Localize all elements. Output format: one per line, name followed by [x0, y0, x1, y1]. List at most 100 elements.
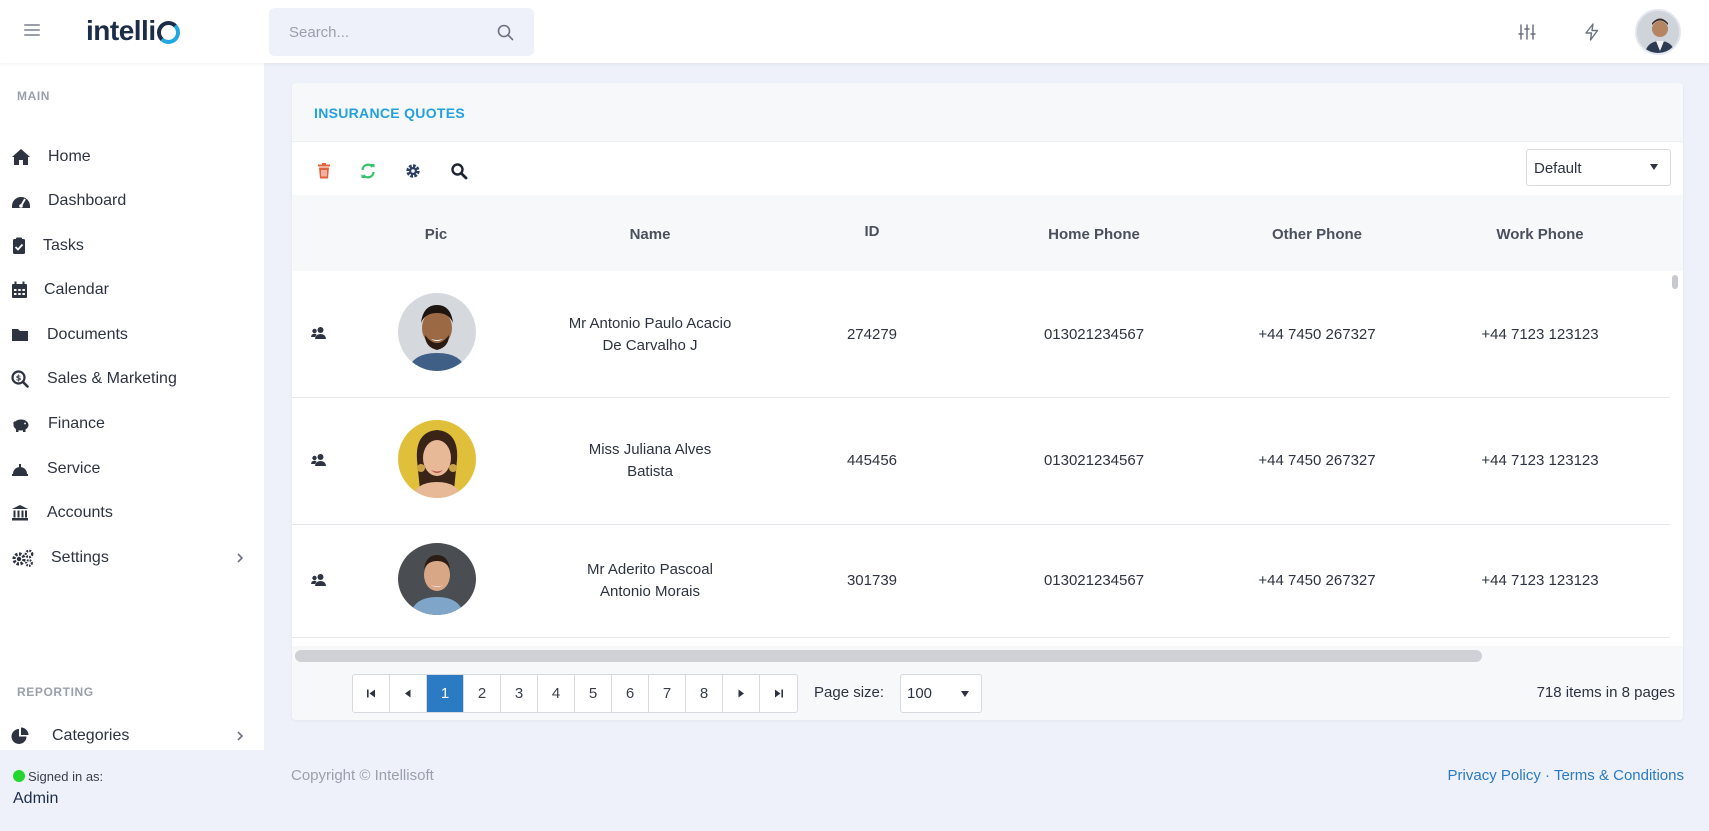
contact-group-icon[interactable]	[311, 453, 326, 466]
folder-icon	[12, 329, 28, 341]
sidebar-item-label: Settings	[51, 549, 109, 566]
sliders-icon[interactable]	[1517, 22, 1537, 42]
page-button-5[interactable]: 5	[575, 675, 612, 712]
sidebar-item-accounts[interactable]: Accounts	[0, 493, 264, 533]
chevron-right-icon	[237, 731, 244, 741]
pager-bar: 1 2 3 4 5 6 7 8 Page size: 100 718 items…	[292, 666, 1683, 720]
other-phone: +44 7450 267327	[1258, 572, 1376, 589]
signed-in-label: Signed in as:	[28, 769, 104, 784]
contact-id: 445456	[846, 452, 898, 469]
table-row[interactable]: Mr Aderito Pascoal Antonio Morais 301739…	[292, 525, 1670, 638]
column-header-home-phone[interactable]: Home Phone	[994, 226, 1194, 243]
table-row[interactable]: Mr Antonio Paulo Acacio De Carvalho J 27…	[292, 271, 1670, 398]
next-page-icon	[738, 689, 744, 698]
contact-id: 274279	[846, 326, 898, 343]
sidebar-item-service[interactable]: Service	[0, 449, 264, 489]
contact-photo	[398, 293, 476, 371]
terms-conditions-link[interactable]: Terms & Conditions	[1554, 767, 1684, 784]
prev-page-icon	[405, 689, 411, 698]
search-box	[269, 8, 534, 56]
search-dollar-icon: $	[11, 370, 29, 388]
pie-chart-icon	[11, 727, 29, 744]
page-size-select[interactable]: 100	[900, 674, 982, 713]
sidebar-item-label: Service	[47, 460, 101, 477]
card-title: INSURANCE QUOTES	[314, 105, 466, 121]
search-icon[interactable]	[497, 24, 514, 41]
table-row[interactable]: Miss Juliana Alves Batista 445456 013021…	[292, 398, 1670, 525]
tasks-icon	[13, 237, 25, 254]
delete-icon[interactable]	[315, 162, 333, 180]
gear-icon[interactable]	[404, 162, 422, 180]
sidebar-item-tasks[interactable]: Tasks	[0, 226, 264, 266]
svg-text:$: $	[16, 374, 22, 383]
app-logo[interactable]: intelli	[86, 15, 180, 47]
other-phone: +44 7450 267327	[1258, 326, 1376, 343]
sidebar-item-dashboard[interactable]: Dashboard	[0, 181, 264, 221]
last-page-button[interactable]	[760, 675, 797, 712]
chevron-right-icon	[237, 553, 244, 563]
contact-group-icon[interactable]	[311, 326, 326, 339]
last-page-icon	[774, 689, 783, 698]
sidebar-item-label: Tasks	[43, 237, 84, 254]
sidebar-item-label: Sales & Marketing	[47, 370, 177, 387]
page-button-7[interactable]: 7	[649, 675, 686, 712]
page-button-3[interactable]: 3	[501, 675, 538, 712]
privacy-policy-link[interactable]: Privacy Policy	[1448, 767, 1541, 784]
vertical-scrollbar[interactable]	[1672, 275, 1678, 289]
menu-toggle-icon[interactable]	[24, 24, 40, 38]
card-header: INSURANCE QUOTES	[292, 83, 1683, 142]
sidebar-item-finance[interactable]: Finance	[0, 404, 264, 444]
column-header-name[interactable]: Name	[550, 226, 750, 243]
sidebar-item-label: Finance	[48, 415, 105, 432]
refresh-icon[interactable]	[359, 162, 377, 180]
horizontal-scrollbar[interactable]	[295, 650, 1482, 662]
page-button-8[interactable]: 8	[686, 675, 723, 712]
page-button-6[interactable]: 6	[612, 675, 649, 712]
sidebar-item-sales-marketing[interactable]: $ Sales & Marketing	[0, 359, 264, 399]
next-page-button[interactable]	[723, 675, 760, 712]
signed-in-panel: Signed in as: Admin	[0, 750, 264, 831]
contact-name-line1: Mr Aderito Pascoal	[587, 561, 713, 578]
sidebar-item-calendar[interactable]: Calendar	[0, 270, 264, 310]
search-icon[interactable]	[450, 162, 468, 180]
column-header-work-phone[interactable]: Work Phone	[1440, 226, 1640, 243]
contact-group-icon[interactable]	[311, 573, 326, 586]
page-size-value: 100	[907, 685, 933, 702]
contact-name-line2: Antonio Morais	[599, 583, 701, 600]
page-button-2[interactable]: 2	[464, 675, 501, 712]
lightning-icon[interactable]	[1582, 22, 1602, 42]
top-bar: intelli	[0, 0, 1709, 63]
column-header-pic[interactable]: Pic	[392, 226, 480, 243]
bank-icon	[12, 505, 28, 521]
prev-page-button[interactable]	[390, 675, 427, 712]
section-label-main: MAIN	[17, 89, 51, 103]
other-phone: +44 7450 267327	[1258, 452, 1376, 469]
view-select-value: Default	[1534, 160, 1582, 177]
insurance-quotes-card: INSURANCE QUOTES Default Pic Name ID Hom…	[292, 83, 1683, 720]
dropdown-arrow-icon	[1650, 164, 1658, 170]
column-header-id[interactable]: ID	[772, 223, 972, 240]
first-page-button[interactable]	[353, 675, 390, 712]
search-input[interactable]	[269, 8, 489, 56]
column-header-other-phone[interactable]: Other Phone	[1217, 226, 1417, 243]
home-icon	[12, 149, 30, 165]
dropdown-arrow-icon	[961, 691, 969, 697]
sidebar-item-documents[interactable]: Documents	[0, 315, 264, 355]
sidebar-item-settings[interactable]: Settings	[0, 538, 264, 578]
work-phone: +44 7123 123123	[1481, 572, 1599, 589]
contact-name-line1: Mr Antonio Paulo Acacio	[568, 315, 732, 332]
footer-links: Privacy Policy · Terms & Conditions	[1448, 767, 1684, 784]
view-select[interactable]: Default	[1526, 149, 1671, 186]
user-avatar[interactable]	[1635, 9, 1681, 55]
page-button-1[interactable]: 1	[427, 675, 464, 712]
page-button-4[interactable]: 4	[538, 675, 575, 712]
sidebar-item-label: Dashboard	[48, 192, 127, 209]
table-header: Pic Name ID Home Phone Other Phone Work …	[292, 195, 1683, 271]
items-info: 718 items in 8 pages	[1536, 684, 1675, 701]
online-status-icon	[13, 770, 25, 782]
sidebar-item-label: Categories	[52, 727, 130, 744]
calendar-icon	[12, 281, 27, 298]
work-phone: +44 7123 123123	[1481, 452, 1599, 469]
sidebar-item-home[interactable]: Home	[0, 137, 264, 177]
home-phone: 013021234567	[1043, 572, 1145, 589]
